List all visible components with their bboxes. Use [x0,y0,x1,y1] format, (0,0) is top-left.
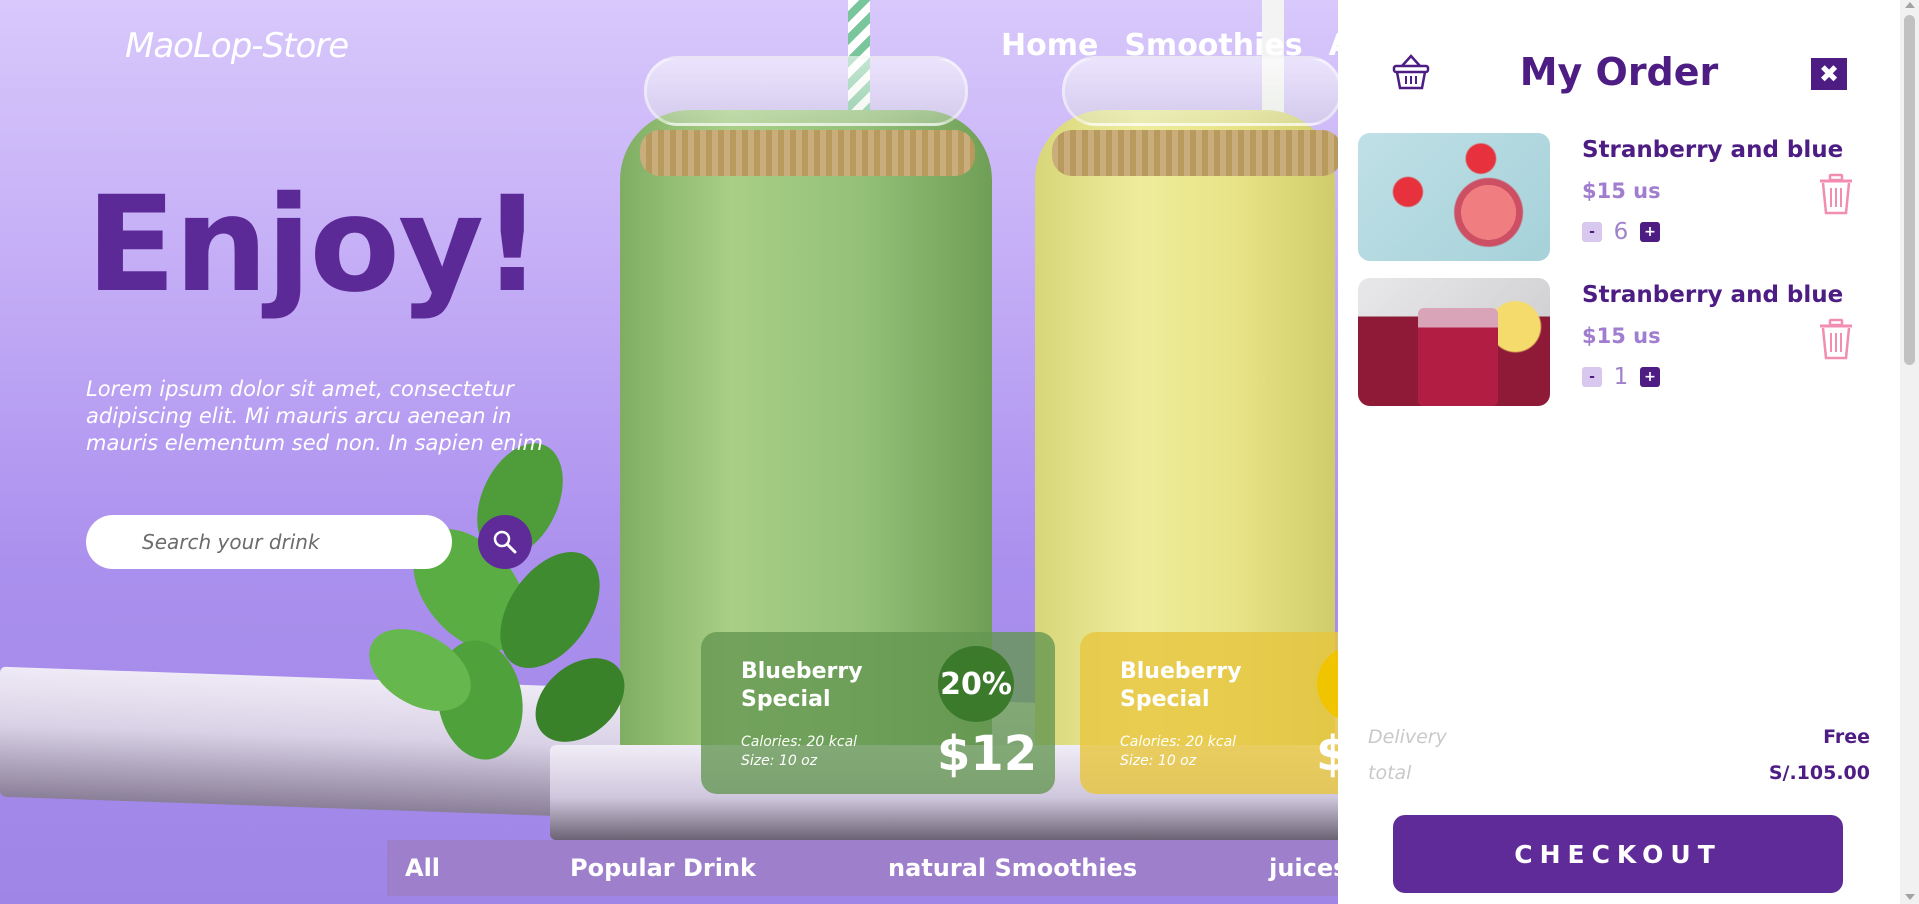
quantity-stepper: - 6 + [1582,219,1660,245]
tab-natural-smoothies[interactable]: natural Smoothies [888,854,1137,882]
nav-home[interactable]: Home [1001,28,1098,63]
hero-description: Lorem ipsum dolor sit amet, consectetur … [86,377,544,455]
card-size: Size: 10 oz [741,753,818,769]
card-name: Blueberry Special [741,659,863,712]
jar-rim [1062,56,1342,126]
scroll-down-arrow[interactable] [1905,894,1915,900]
increase-button[interactable]: + [1640,222,1660,242]
tab-popular-drink[interactable]: Popular Drink [570,854,756,882]
brand-logo[interactable]: MaoLop-Store [125,26,349,66]
increase-button[interactable]: + [1640,367,1660,387]
search-input[interactable] [142,530,422,554]
drink-image [1358,278,1550,406]
close-button[interactable]: ✖ [1811,58,1847,90]
delivery-label: Delivery [1368,726,1447,748]
decrease-button[interactable]: - [1582,367,1602,387]
card-price: $12 [937,726,1038,782]
scrollbar[interactable] [1900,0,1919,904]
quantity-value: 6 [1613,219,1629,245]
search-button[interactable] [478,515,532,569]
item-name: Stranberry and blue [1582,282,1844,308]
mint-leaves [369,443,625,760]
total-label: total [1368,762,1412,784]
checkout-button[interactable]: CHECKOUT [1393,815,1843,893]
trash-icon[interactable] [1818,173,1854,215]
search-icon [493,530,517,554]
delivery-value: Free [1823,726,1870,748]
quantity-stepper: - 1 + [1582,364,1660,390]
item-name: Stranberry and blue [1582,137,1844,163]
main-nav: Home Smoothies A [1001,28,1352,63]
decrease-button[interactable]: - [1582,222,1602,242]
jar-rim [644,56,968,126]
total-value: S/.105.00 [1768,762,1870,784]
card-calories: Calories: 20 kcal [741,734,858,750]
hero-title: Enjoy! [86,168,542,322]
item-price: $15 us [1582,179,1661,203]
discount-badge: 20% [938,646,1014,722]
card-size: Size: 10 oz [1120,753,1197,769]
scroll-up-arrow[interactable] [1905,2,1915,8]
card-calories: Calories: 20 kcal [1120,734,1237,750]
order-panel: My Order ✖ Stranberry and blue $15 us - … [1338,0,1900,904]
tab-all[interactable]: All [405,854,440,882]
card-meta: Calories: 20 kcal Size: 10 oz [741,733,857,771]
item-price: $15 us [1582,324,1661,348]
category-tabs: All Popular Drink natural Smoothies juic… [387,840,1347,896]
quantity-value: 1 [1613,364,1629,390]
order-item: Stranberry and blue $15 us - 1 + [1358,278,1878,406]
delivery-row: Delivery Free [1368,726,1870,748]
scroll-thumb[interactable] [1904,15,1915,365]
product-card[interactable]: Blueberry Special Calories: 20 kcal Size… [701,632,1055,794]
search-box [86,515,452,569]
twine [640,130,975,176]
card-meta: Calories: 20 kcal Size: 10 oz [1120,733,1236,771]
trash-icon[interactable] [1818,318,1854,360]
total-row: total S/.105.00 [1368,762,1870,784]
tab-juices[interactable]: juices [1269,854,1347,882]
twine [1052,130,1342,176]
drink-image [1358,133,1550,261]
card-name: Blueberry Special [1120,659,1242,712]
nav-smoothies[interactable]: Smoothies [1124,28,1302,63]
order-item: Stranberry and blue $15 us - 6 + [1358,133,1878,261]
